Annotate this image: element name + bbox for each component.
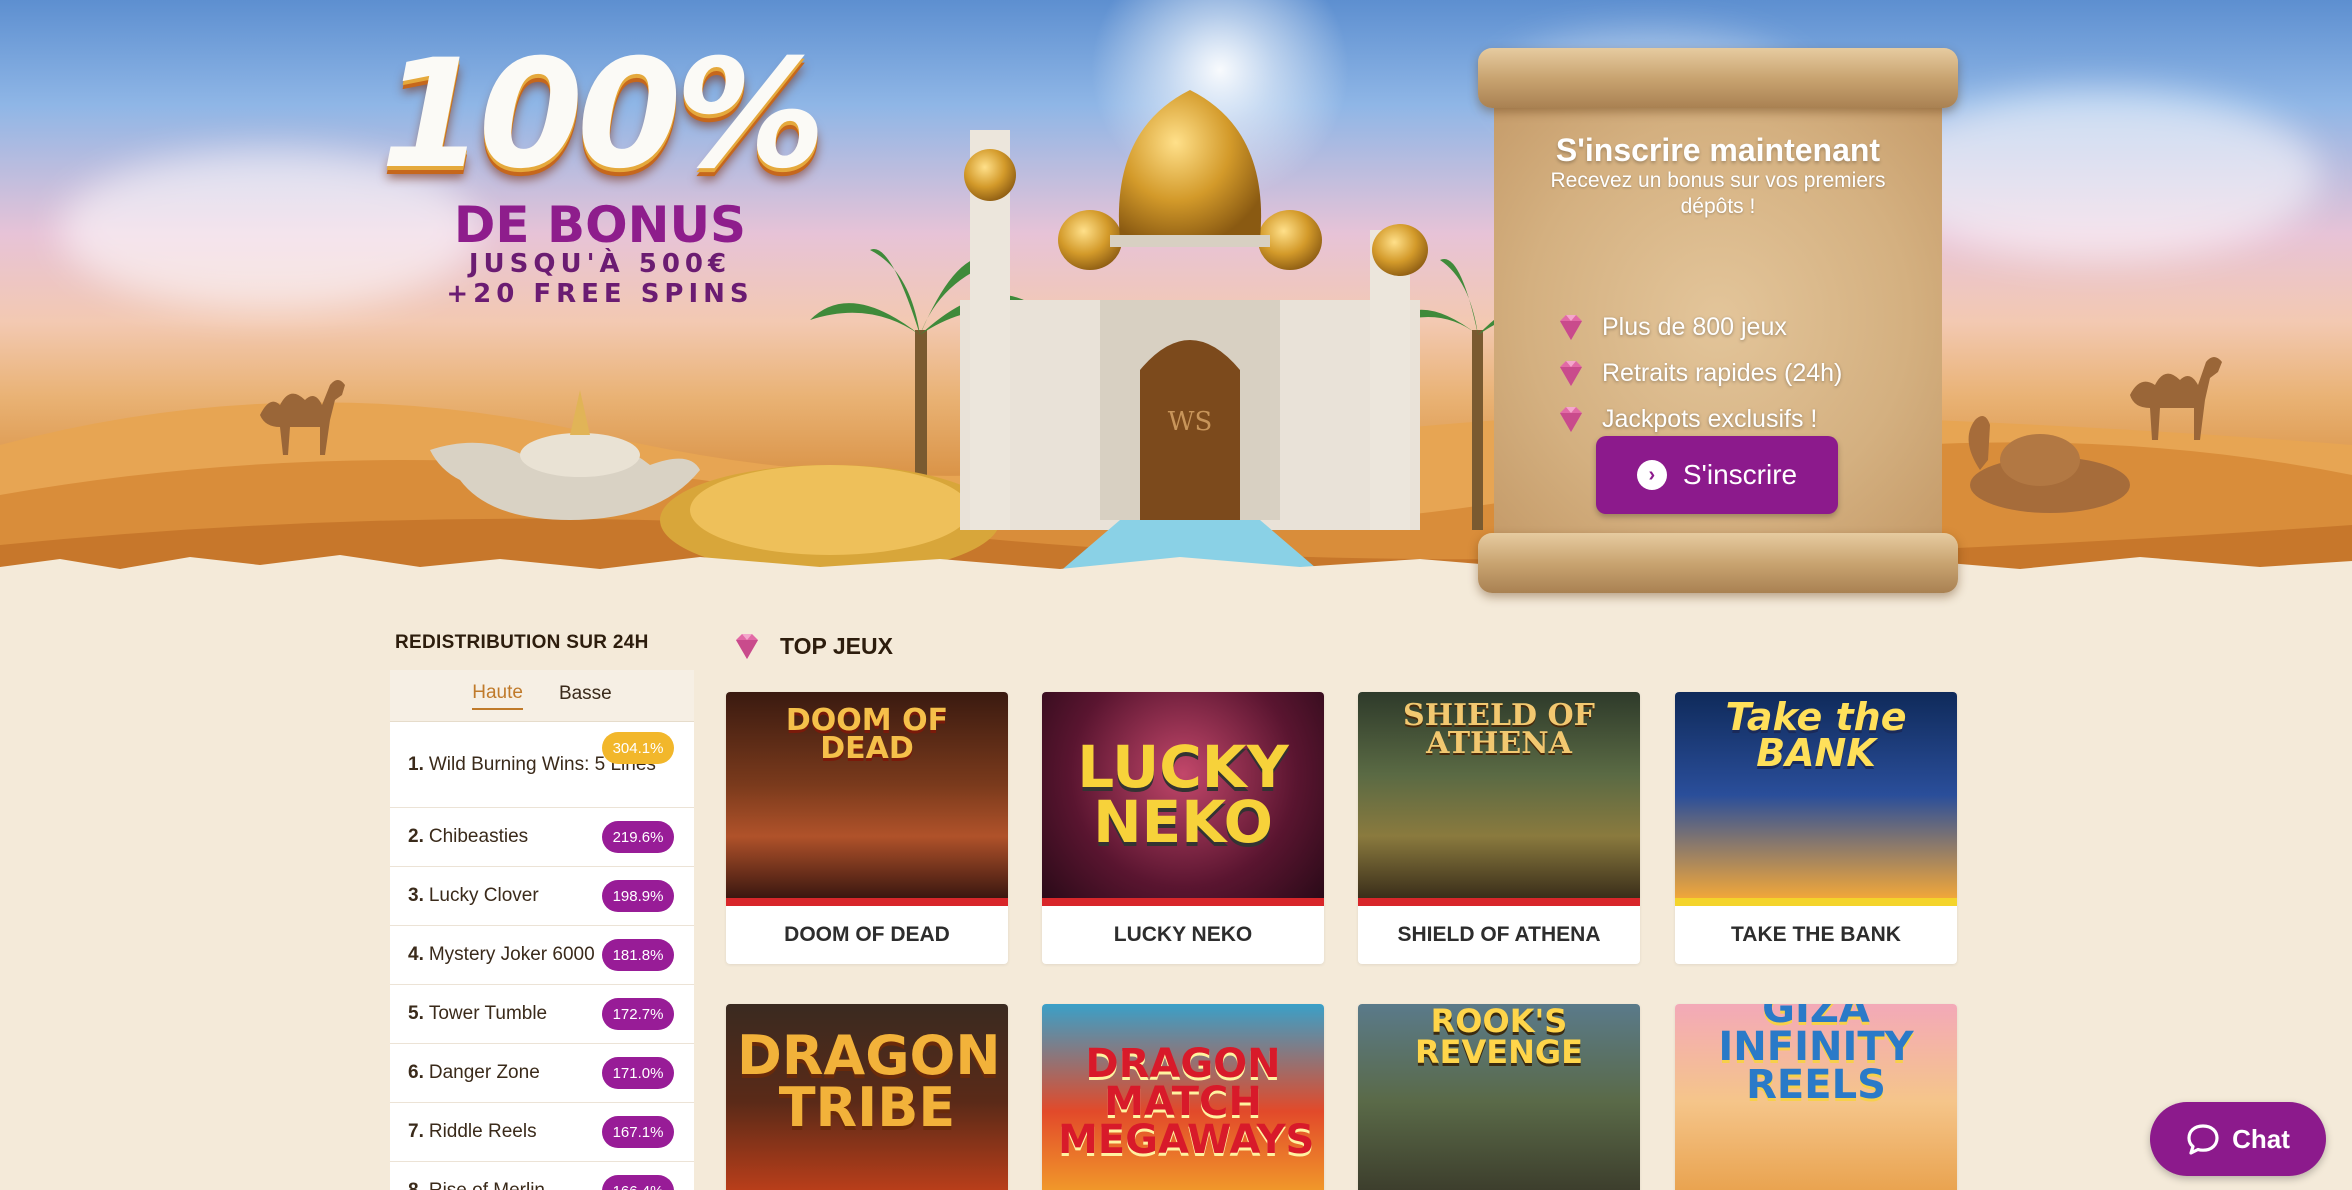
top-games-title: TOP JEUX [780, 632, 893, 659]
promo-bonus-label: DE BONUS [453, 196, 747, 254]
list-item[interactable]: 3. Lucky Clover 198.9% [390, 867, 694, 926]
game-title: SHIELD OF ATHENA [1397, 923, 1601, 946]
card-accent-bar [1358, 898, 1640, 906]
promo-free-spins: +20 FREE SPINS [446, 278, 754, 309]
game-thumbnail: GIZA INFINITY REELS [1675, 1004, 1957, 1190]
game-thumbnail: DRAGON MATCH MEGAWAYS [1042, 1004, 1324, 1190]
diamond-icon [736, 634, 758, 659]
list-item[interactable]: 8.Rise of Merlin 166.4% [390, 1162, 694, 1190]
game-card[interactable]: GIZA INFINITY REELS [1675, 1004, 1957, 1190]
rtp-badge: 198.9% [602, 880, 674, 912]
register-button-label: S'inscrire [1682, 459, 1798, 490]
promo-max-amount: JUSQU'À 500€ [468, 249, 732, 279]
chat-bubble-icon [2187, 1124, 2219, 1155]
scroll-roll-bottom [1478, 533, 1958, 593]
palace-illustration: WS [960, 90, 1428, 580]
game-thumbnail: Take the BANK [1675, 692, 1957, 898]
rtp-badge: 219.6% [602, 821, 674, 853]
feature-item: Plus de 800 jeux [1554, 304, 1842, 350]
chat-label: Chat [2232, 1123, 2290, 1154]
rtp-badge: 171.0% [602, 1057, 674, 1089]
redistribution-panel: Haute Basse 1. Wild Burning Wins: 5 Lines… [390, 670, 694, 1190]
game-card[interactable]: DRAGON TRIBE [726, 1004, 1008, 1190]
list-item[interactable]: 7. Riddle Reels 167.1% [390, 1103, 694, 1162]
diamond-icon [1560, 315, 1582, 340]
chat-button[interactable]: Chat [2150, 1102, 2326, 1176]
torn-edge [0, 555, 2352, 585]
game-title: DOOM OF DEAD [784, 923, 950, 946]
game-card[interactable]: Take the BANK TAKE THE BANK [1675, 692, 1957, 964]
card-accent-bar [726, 898, 1008, 906]
game-card[interactable]: DRAGON MATCH MEGAWAYS [1042, 1004, 1324, 1190]
game-title: LUCKY NEKO [1113, 923, 1253, 946]
camel-resting [1968, 416, 2130, 513]
game-card[interactable]: LUCKY NEKO LUCKY NEKO [1042, 692, 1324, 964]
redistribution-tabs: Haute Basse [390, 670, 694, 722]
hero-banner: WS 100% DE BONUS JUSQU'À 500€ +20 FREE S… [0, 0, 2352, 585]
rtp-badge: 166.4% [602, 1175, 674, 1190]
promo-percent: 100% [380, 28, 825, 202]
register-features: Plus de 800 jeux Retraits rapides (24h) … [1554, 304, 1842, 442]
feature-label: Retraits rapides (24h) [1602, 358, 1843, 387]
register-scroll: S'inscrire maintenant Recevez un bonus s… [1478, 48, 1958, 593]
game-card[interactable]: SHIELD OF ATHENA SHIELD OF ATHENA [1358, 692, 1640, 964]
game-card[interactable]: DOOM OF DEAD DOOM OF DEAD [726, 692, 1008, 964]
game-thumbnail: SHIELD OF ATHENA [1358, 692, 1640, 898]
chevron-right-icon: › [1636, 460, 1667, 490]
scroll-roll-top [1478, 48, 1958, 108]
feature-label: Jackpots exclusifs ! [1602, 404, 1818, 433]
feature-item: Retraits rapides (24h) [1554, 350, 1842, 396]
rtp-badge: 304.1% [602, 732, 674, 764]
game-thumbnail: ROOK'S REVENGE [1358, 1004, 1640, 1190]
card-accent-bar [1675, 898, 1957, 906]
game-thumbnail: LUCKY NEKO [1042, 692, 1324, 898]
promo-offer: 100% DE BONUS JUSQU'À 500€ +20 FREE SPIN… [380, 28, 825, 310]
diamond-icon [1560, 361, 1582, 386]
list-item[interactable]: 1. Wild Burning Wins: 5 Lines 304.1% [390, 722, 694, 808]
register-title: S'inscrire maintenant [1555, 132, 1881, 168]
rtp-badge: 167.1% [602, 1116, 674, 1148]
register-subtitle: Recevez un bonus sur vos premiers dépôts… [1550, 169, 1886, 219]
list-item[interactable]: 6. Danger Zone 171.0% [390, 1044, 694, 1103]
rtp-badge: 172.7% [602, 998, 674, 1030]
list-item[interactable]: 2. Chibeasties 219.6% [390, 808, 694, 867]
game-card[interactable]: ROOK'S REVENGE [1358, 1004, 1640, 1190]
game-title: TAKE THE BANK [1731, 923, 1901, 946]
camel-left [260, 380, 345, 455]
card-accent-bar [1042, 898, 1324, 906]
list-item[interactable]: 4. Mystery Joker 6000 181.8% [390, 926, 694, 985]
game-thumbnail: DRAGON TRIBE [726, 1004, 1008, 1190]
register-button[interactable]: › S'inscrire [1596, 436, 1838, 514]
tab-basse[interactable]: Basse [559, 683, 612, 709]
feature-label: Plus de 800 jeux [1602, 312, 1787, 341]
list-item[interactable]: 5. Tower Tumble 172.7% [390, 985, 694, 1044]
game-thumbnail: DOOM OF DEAD [726, 692, 1008, 898]
redistribution-title: REDISTRIBUTION SUR 24H [395, 632, 649, 653]
top-games-header: TOP JEUX [730, 628, 893, 664]
diamond-icon [1560, 407, 1582, 432]
svg-text:WS: WS [1168, 407, 1213, 437]
rtp-badge: 181.8% [602, 939, 674, 971]
tab-haute[interactable]: Haute [472, 682, 523, 710]
